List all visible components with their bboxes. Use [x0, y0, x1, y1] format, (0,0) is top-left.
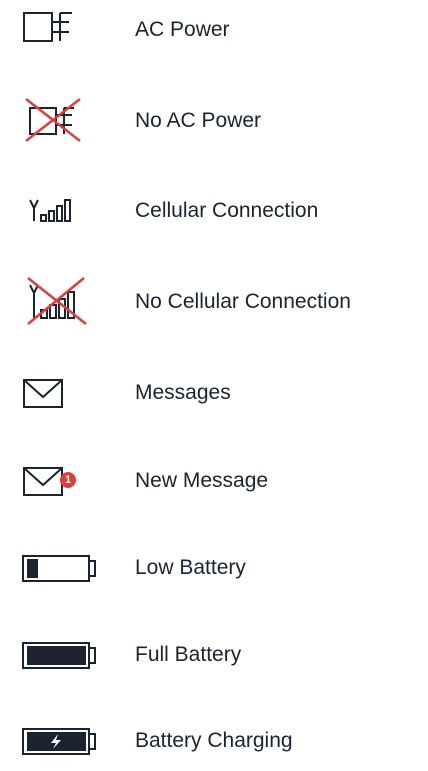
- legend-row-no-ac-power: No AC Power: [0, 91, 428, 151]
- new-message-count: 1: [64, 474, 72, 486]
- legend-label: Cellular Connection: [135, 199, 319, 222]
- legend-label: No Cellular Connection: [135, 290, 351, 313]
- battery-full-icon: [20, 625, 100, 685]
- envelope-new-message-icon: 1: [20, 451, 100, 511]
- legend-row-low-battery: Low Battery: [0, 538, 428, 598]
- legend-row-ac-power: AC Power: [0, 0, 428, 60]
- legend-label: Battery Charging: [135, 729, 293, 752]
- legend-row-battery-charging: Battery Charging: [0, 711, 428, 771]
- legend-row-no-cellular-connection: No Cellular Connection: [0, 272, 428, 332]
- battery-low-icon: [20, 538, 100, 598]
- ac-power-icon: [20, 0, 100, 60]
- legend-row-messages: Messages: [0, 363, 428, 423]
- legend-label: New Message: [135, 469, 269, 492]
- legend-row-full-battery: Full Battery: [0, 625, 428, 685]
- legend-label: AC Power: [135, 18, 230, 41]
- battery-charging-icon: [20, 711, 100, 771]
- no-ac-power-icon: [20, 91, 100, 151]
- legend-label: No AC Power: [135, 109, 262, 132]
- cellular-signal-icon: [20, 181, 100, 241]
- new-message-badge: 1: [60, 472, 76, 488]
- legend-row-cellular-connection: Cellular Connection: [0, 181, 428, 241]
- icon-legend-list: AC Power No AC Power Cellular Connection…: [0, 0, 428, 756]
- legend-label: Full Battery: [135, 643, 242, 666]
- legend-row-new-message: 1 New Message: [0, 451, 428, 511]
- no-cellular-signal-icon: [20, 272, 100, 332]
- envelope-icon: [20, 363, 100, 423]
- legend-label: Low Battery: [135, 556, 246, 579]
- legend-label: Messages: [135, 381, 231, 404]
